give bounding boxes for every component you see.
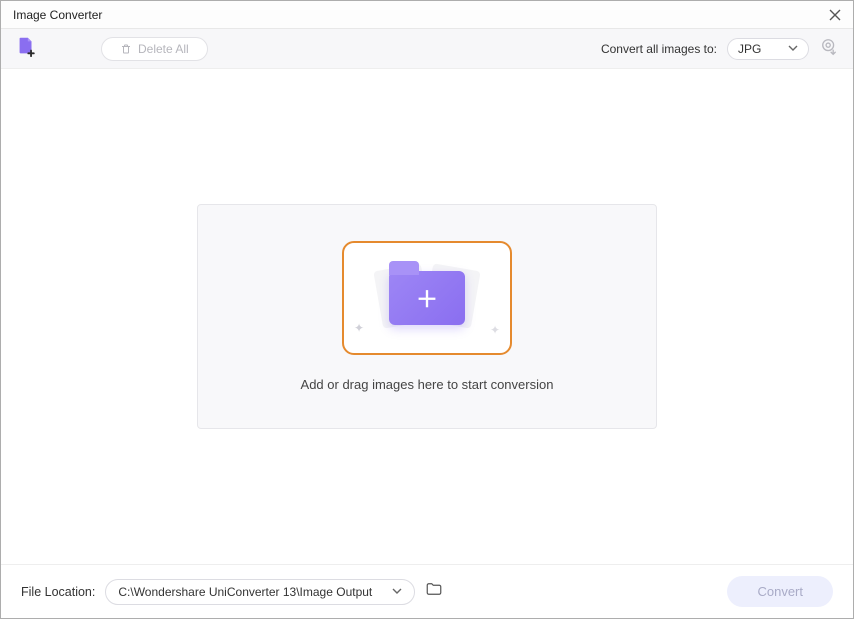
- folder-plus-icon: ＋: [389, 271, 465, 325]
- close-button[interactable]: [827, 7, 843, 23]
- file-location-value: C:\Wondershare UniConverter 13\Image Out…: [118, 585, 372, 599]
- gear-export-icon: [819, 36, 839, 56]
- chevron-down-icon: [788, 42, 798, 56]
- plus-icon: ＋: [389, 271, 465, 325]
- dropzone: ✦ ✦ ＋ Add or drag images here to start c…: [197, 204, 657, 429]
- window-title: Image Converter: [13, 8, 102, 22]
- delete-all-button[interactable]: Delete All: [101, 37, 208, 61]
- trash-icon: [120, 43, 132, 55]
- open-folder-button[interactable]: [425, 580, 443, 603]
- close-icon: [829, 9, 841, 21]
- sparkle-icon: ✦: [490, 323, 500, 337]
- folder-open-icon: [425, 580, 443, 598]
- output-format-select[interactable]: JPG: [727, 38, 809, 60]
- main-area: ✦ ✦ ＋ Add or drag images here to start c…: [1, 69, 853, 564]
- output-format-value: JPG: [738, 42, 768, 56]
- output-settings-button[interactable]: [819, 36, 839, 61]
- app-window: Image Converter Delete All Convert all i…: [0, 0, 854, 619]
- title-bar: Image Converter: [1, 1, 853, 29]
- sparkle-icon: ✦: [354, 321, 364, 335]
- toolbar-right: Convert all images to: JPG: [601, 36, 839, 61]
- chevron-down-icon: [392, 585, 402, 599]
- convert-to-label: Convert all images to:: [601, 42, 717, 56]
- file-location-label: File Location:: [21, 585, 95, 599]
- add-file-button[interactable]: [15, 35, 37, 62]
- file-location-select[interactable]: C:\Wondershare UniConverter 13\Image Out…: [105, 579, 415, 605]
- delete-all-label: Delete All: [138, 42, 189, 56]
- convert-button[interactable]: Convert: [727, 576, 833, 607]
- add-images-drop-target[interactable]: ✦ ✦ ＋: [342, 241, 512, 355]
- toolbar: Delete All Convert all images to: JPG: [1, 29, 853, 69]
- footer-bar: File Location: C:\Wondershare UniConvert…: [1, 564, 853, 618]
- dropzone-hint: Add or drag images here to start convers…: [301, 377, 554, 392]
- add-file-icon: [15, 35, 37, 57]
- convert-button-label: Convert: [757, 584, 803, 599]
